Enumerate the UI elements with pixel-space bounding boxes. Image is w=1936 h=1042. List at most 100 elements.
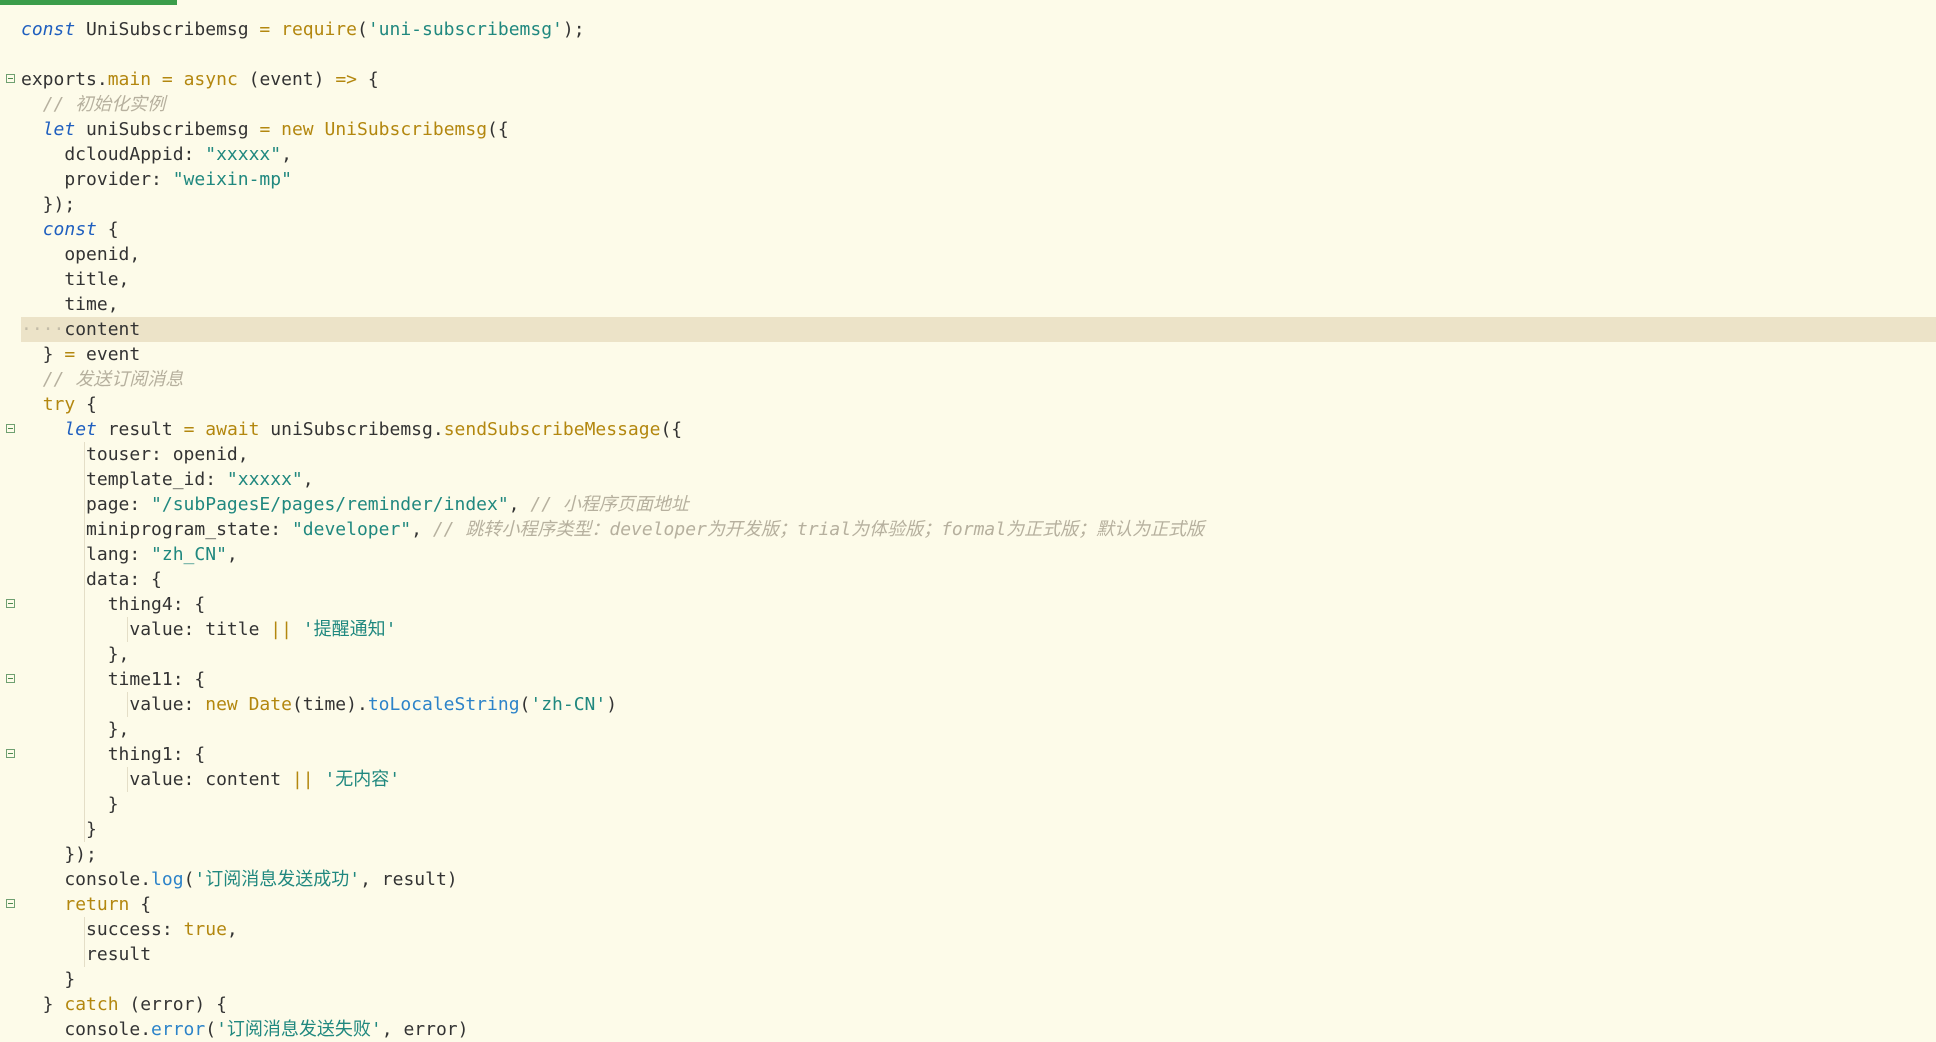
code-line[interactable]: time11: { — [6, 667, 1936, 692]
code-line[interactable]: } = event — [21, 342, 1936, 367]
code-line[interactable]: value: title || '提醒通知' — [21, 617, 1936, 642]
indent-guide — [84, 717, 86, 742]
code-token: thing1: { — [21, 744, 206, 765]
fold-toggle-icon[interactable] — [6, 674, 15, 683]
code-token: ) — [606, 694, 618, 715]
code-token: '提醒通知' — [302, 619, 397, 640]
code-token: Date — [248, 694, 292, 715]
indent-guide — [84, 667, 86, 692]
code-line[interactable]: } catch (error) { — [21, 992, 1936, 1017]
code-token: 'uni-subscribemsg' — [367, 19, 563, 40]
code-line[interactable]: } — [21, 967, 1936, 992]
code-token: '订阅消息发送成功' — [194, 869, 361, 890]
code-token: = — [64, 344, 76, 365]
code-token: true — [183, 919, 227, 940]
indent-guide — [127, 767, 129, 792]
code-line[interactable]: } — [21, 817, 1936, 842]
code-token: || — [291, 769, 314, 790]
code-line[interactable]: thing1: { — [6, 742, 1936, 767]
code-line[interactable] — [21, 42, 1936, 67]
code-line[interactable]: value: new Date(time).toLocaleString('zh… — [21, 692, 1936, 717]
code-line[interactable]: data: { — [21, 567, 1936, 592]
fold-toggle-icon[interactable] — [6, 899, 15, 908]
code-token: , result) — [360, 869, 458, 890]
code-token: } — [21, 794, 119, 815]
code-line[interactable]: } — [21, 792, 1936, 817]
code-token: openid, — [21, 244, 141, 265]
code-line[interactable]: try { — [21, 392, 1936, 417]
code-line[interactable]: page: "/subPagesE/pages/reminder/index",… — [21, 492, 1936, 517]
code-line[interactable]: touser: openid, — [21, 442, 1936, 467]
indent-guide — [84, 692, 86, 717]
code-line[interactable]: result — [21, 942, 1936, 967]
code-line[interactable]: let uniSubscribemsg = new UniSubscribems… — [21, 117, 1936, 142]
code-token: result — [96, 419, 184, 440]
code-token: uniSubscribemsg — [75, 119, 260, 140]
code-line[interactable]: title, — [21, 267, 1936, 292]
code-line[interactable]: const { — [21, 217, 1936, 242]
code-editor[interactable]: const UniSubscribemsg = require('uni-sub… — [0, 0, 1936, 1040]
code-token: value: — [21, 694, 206, 715]
indent-guide — [84, 792, 86, 817]
code-line[interactable]: console.log('订阅消息发送成功', result) — [21, 867, 1936, 892]
fold-toggle-icon[interactable] — [6, 424, 15, 433]
code-token: catch — [64, 994, 119, 1015]
code-line[interactable]: return { — [6, 892, 1936, 917]
code-token: sendSubscribeMessage — [443, 419, 661, 440]
code-token: touser: openid, — [21, 444, 249, 465]
indent-guide — [84, 642, 86, 667]
code-line[interactable]: success: true, — [21, 917, 1936, 942]
code-line[interactable]: let result = await uniSubscribemsg.sendS… — [6, 417, 1936, 442]
indent-guide — [84, 917, 86, 942]
fold-toggle-icon[interactable] — [6, 74, 15, 83]
code-line[interactable]: thing4: { — [6, 592, 1936, 617]
code-line[interactable]: // 发送订阅消息 — [21, 367, 1936, 392]
indent-guide — [84, 542, 86, 567]
fold-toggle-icon[interactable] — [6, 599, 15, 608]
code-line[interactable]: template_id: "xxxxx", — [21, 467, 1936, 492]
code-token: console. — [21, 1019, 152, 1040]
code-token: '订阅消息发送失败' — [216, 1019, 382, 1040]
code-line[interactable]: }, — [21, 717, 1936, 742]
code-token: // 初始化实例 — [42, 94, 166, 115]
code-token: "/subPagesE/pages/reminder/index" — [151, 494, 509, 515]
code-token: "weixin-mp" — [172, 169, 292, 190]
code-token: page: — [21, 494, 152, 515]
fold-toggle-icon[interactable] — [6, 749, 15, 758]
code-token: try — [42, 394, 76, 415]
indent-guide — [127, 617, 129, 642]
code-line[interactable]: }, — [21, 642, 1936, 667]
code-token: ( — [205, 1019, 217, 1040]
code-area[interactable]: const UniSubscribemsg = require('uni-sub… — [6, 17, 1936, 1042]
code-line[interactable]: // 初始化实例 — [21, 92, 1936, 117]
code-line[interactable]: miniprogram_state: "developer", // 跳转小程序… — [21, 517, 1936, 542]
code-line[interactable]: ····content — [21, 317, 1936, 342]
code-token: uniSubscribemsg. — [259, 419, 444, 440]
code-line[interactable]: dcloudAppid: "xxxxx", — [21, 142, 1936, 167]
code-token: , — [411, 519, 433, 540]
code-line[interactable]: provider: "weixin-mp" — [21, 167, 1936, 192]
code-token: ({ — [487, 119, 509, 140]
code-line[interactable]: lang: "zh_CN", — [21, 542, 1936, 567]
code-line[interactable]: value: content || '无内容' — [21, 767, 1936, 792]
code-token: result — [21, 944, 152, 965]
code-token: , — [226, 919, 238, 940]
code-token: = — [161, 69, 173, 90]
indent-guide — [84, 492, 86, 517]
code-line[interactable]: const UniSubscribemsg = require('uni-sub… — [21, 17, 1936, 42]
code-line[interactable]: exports.main = async (event) => { — [6, 67, 1936, 92]
indent-guide — [84, 517, 86, 542]
code-line[interactable]: openid, — [21, 242, 1936, 267]
code-token: require — [281, 19, 357, 40]
code-token: error — [151, 1019, 206, 1040]
code-line[interactable]: }); — [21, 192, 1936, 217]
code-line[interactable]: }); — [21, 842, 1936, 867]
code-line[interactable]: time, — [21, 292, 1936, 317]
code-token: await — [205, 419, 260, 440]
code-token: ( — [183, 869, 195, 890]
code-line[interactable]: console.error('订阅消息发送失败', error) — [21, 1017, 1936, 1042]
code-token: toLocaleString — [367, 694, 520, 715]
